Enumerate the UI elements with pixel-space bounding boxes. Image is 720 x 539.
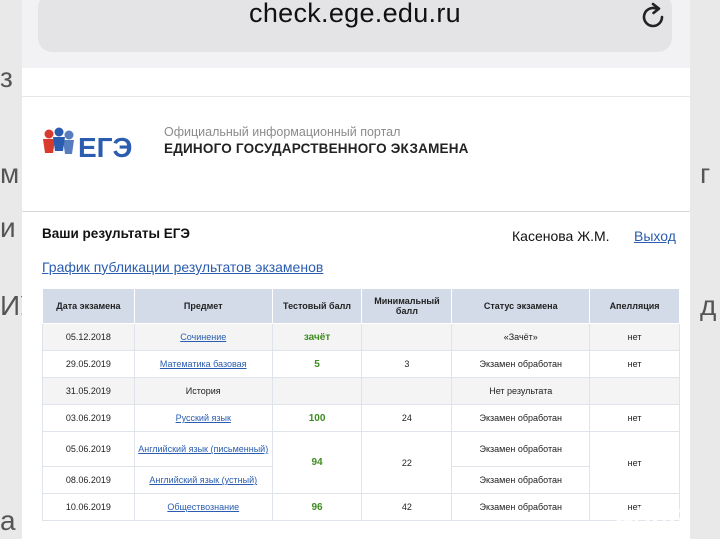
appeal-status: нет <box>589 404 680 432</box>
min-score: 42 <box>361 493 453 521</box>
exam-status: Экзамен обработан <box>451 350 591 378</box>
score-value: зачёт <box>303 331 331 343</box>
portal-header: ЕГЭ Официальный информационный портал ЕД… <box>22 97 690 212</box>
score-value: 96 <box>311 501 323 513</box>
column-header-min-score: Минимальный балл <box>361 288 453 324</box>
score-value: 94 <box>311 457 323 468</box>
table-row: 10.06.2019 Обществознание 96 42 Экзамен … <box>42 493 680 521</box>
exam-date: 05.06.2019 <box>42 431 135 467</box>
min-score: 22 <box>361 431 453 494</box>
ege-logo[interactable]: ЕГЭ <box>40 125 150 165</box>
user-name: Касенова Ж.М. <box>512 228 610 244</box>
watermark-text: Avito <box>634 501 689 526</box>
browser-viewport: check.ege.edu.ru ЕГЭ Официальный информа… <box>22 0 690 539</box>
min-score: 24 <box>361 404 453 432</box>
background-text: м <box>0 158 20 189</box>
exam-subject: Русский язык <box>133 404 273 432</box>
table-header-row: Дата экзамена Предмет Тестовый балл Мини… <box>42 288 680 324</box>
browser-toolbar: check.ege.edu.ru <box>22 0 690 68</box>
column-header-score: Тестовый балл <box>271 288 363 324</box>
column-header-date: Дата экзамена <box>42 288 135 324</box>
test-score: зачёт <box>271 323 363 351</box>
test-score: 96 <box>271 493 363 521</box>
column-header-subject: Предмет <box>133 288 273 324</box>
min-score: 3 <box>361 350 453 378</box>
results-table: Дата экзамена Предмет Тестовый балл Мини… <box>42 288 680 521</box>
table-row: 29.05.2019 Математика базовая 5 3 Экзаме… <box>42 350 680 378</box>
exam-date: 29.05.2019 <box>42 350 135 378</box>
test-score: 94 <box>271 431 363 494</box>
column-header-status: Статус экзамена <box>451 288 591 324</box>
avito-logo-icon <box>613 507 633 527</box>
address-url[interactable]: check.ege.edu.ru <box>38 0 672 29</box>
table-row: 31.05.2019 История Нет результата <box>42 377 680 405</box>
exam-status: Нет результата <box>451 377 591 405</box>
score-value: 5 <box>314 358 320 370</box>
exam-date: 05.12.2018 <box>42 323 135 351</box>
test-score <box>271 377 363 405</box>
subject-link[interactable]: Русский язык <box>176 413 231 423</box>
test-score: 100 <box>271 404 363 432</box>
address-bar[interactable]: check.ege.edu.ru <box>38 0 672 52</box>
logout-link[interactable]: Выход <box>634 228 676 244</box>
appeal-status: нет <box>589 350 680 378</box>
table-row: 03.06.2019 Русский язык 100 24 Экзамен о… <box>42 404 680 432</box>
header-divider <box>22 211 690 212</box>
background-text: з <box>0 62 13 93</box>
background-text: а <box>0 505 16 536</box>
background-text: д <box>700 290 717 321</box>
exam-subject: История <box>133 377 273 405</box>
test-score: 5 <box>271 350 363 378</box>
score-value: 100 <box>308 412 326 424</box>
background-right-strip <box>690 0 720 539</box>
background-text: г <box>700 158 711 189</box>
appeal-status <box>589 377 680 405</box>
exam-status: Экзамен обработан <box>451 466 591 494</box>
min-score <box>361 377 453 405</box>
exam-date: 31.05.2019 <box>42 377 135 405</box>
subject-link[interactable]: Английский язык (устный) <box>149 475 257 485</box>
reload-icon[interactable] <box>636 0 670 34</box>
subject-link[interactable]: Обществознание <box>167 502 239 512</box>
exam-subject: Обществознание <box>133 493 273 521</box>
exam-status: Экзамен обработан <box>451 404 591 432</box>
portal-title: ЕДИНОГО ГОСУДАРСТВЕННОГО ЭКЗАМЕНА <box>164 141 469 156</box>
subject-link[interactable]: Сочинение <box>180 332 226 342</box>
exam-subject: Английский язык (письменный) <box>133 431 273 467</box>
portal-subtitle: Официальный информационный портал <box>164 125 401 139</box>
exam-date: 08.06.2019 <box>42 466 135 494</box>
column-header-appeal: Апелляция <box>589 288 680 324</box>
appeal-status: нет <box>589 323 680 351</box>
exam-status: «Зачёт» <box>451 323 591 351</box>
exam-status: Экзамен обработан <box>451 493 591 521</box>
exam-date: 03.06.2019 <box>42 404 135 432</box>
exam-subject: Математика базовая <box>133 350 273 378</box>
subject-link[interactable]: Английский язык (письменный) <box>138 444 268 454</box>
avito-watermark: Avito <box>612 500 712 530</box>
table-row: 05.12.2018 Сочинение зачёт «Зачёт» нет <box>42 323 680 351</box>
exam-subject: Английский язык (устный) <box>133 466 273 494</box>
appeal-status: нет <box>589 431 680 494</box>
schedule-link[interactable]: График публикации результатов экзаменов <box>42 259 323 275</box>
exam-status: Экзамен обработан <box>451 431 591 467</box>
subject-link[interactable]: Математика базовая <box>160 359 247 369</box>
results-heading: Ваши результаты ЕГЭ <box>42 226 190 241</box>
exam-subject: Сочинение <box>133 323 273 351</box>
table-row: 05.06.2019 Английский язык (письменный) … <box>42 431 680 494</box>
logo-text: ЕГЭ <box>78 132 132 163</box>
background-text: и <box>0 212 16 243</box>
min-score <box>361 323 453 351</box>
exam-date: 10.06.2019 <box>42 493 135 521</box>
